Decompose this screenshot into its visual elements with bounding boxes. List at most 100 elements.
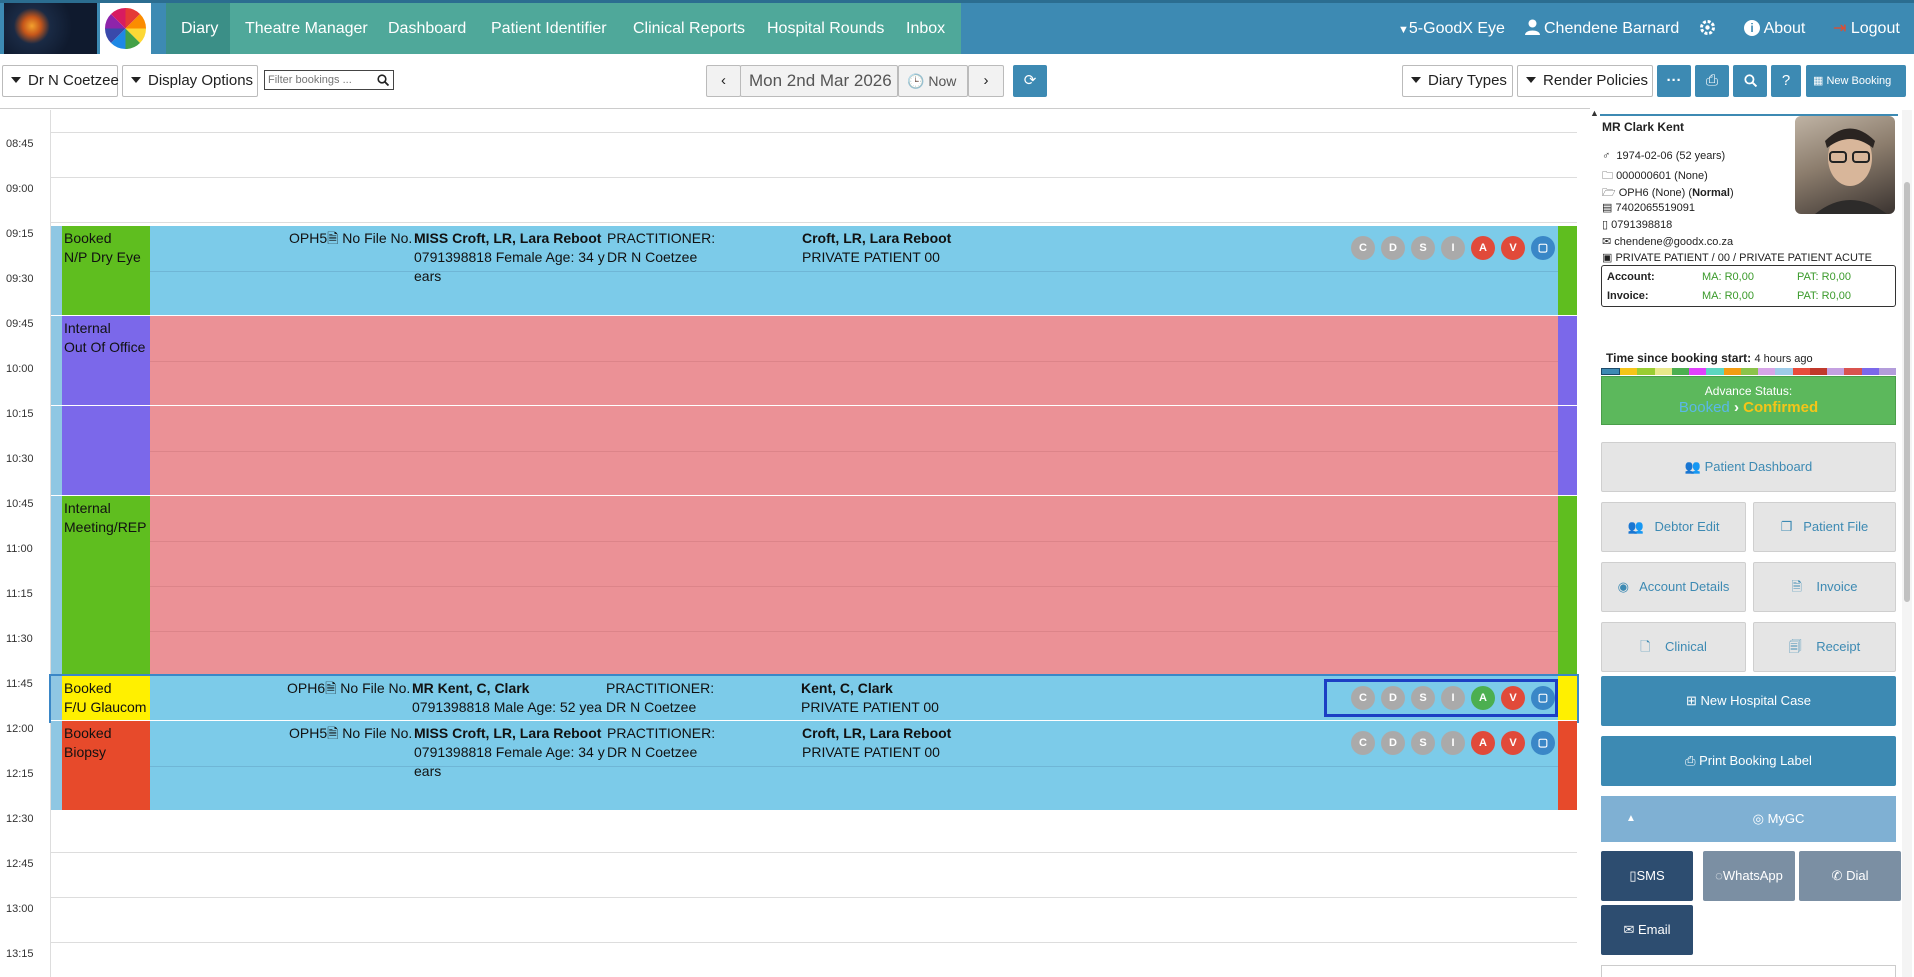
status-v-icon[interactable]: V bbox=[1501, 236, 1525, 260]
status-i-icon[interactable]: I bbox=[1441, 731, 1465, 755]
invoice-ma: MA: R0,00 bbox=[1702, 290, 1754, 302]
nav-inbox[interactable]: Inbox bbox=[891, 3, 961, 54]
print-booking-label-button[interactable]: ⎙ Print Booking Label bbox=[1601, 736, 1896, 786]
appointment-out-of-office-cont[interactable] bbox=[51, 406, 1577, 496]
note-icon[interactable]: ▢ bbox=[1531, 686, 1555, 710]
file-icon: 🗎 bbox=[327, 725, 339, 741]
status-a-icon[interactable]: A bbox=[1471, 731, 1495, 755]
search-button[interactable] bbox=[1733, 65, 1767, 97]
render-policies-button[interactable]: Render Policies bbox=[1517, 65, 1653, 97]
whatsapp-button[interactable]: ◌WhatsApp bbox=[1703, 851, 1795, 901]
next-day-button[interactable]: › bbox=[968, 65, 1004, 97]
nav-diary[interactable]: Diary bbox=[166, 3, 234, 54]
time-label: 10:15 bbox=[6, 408, 34, 420]
search-icon bbox=[1743, 74, 1757, 87]
progress-segment bbox=[1861, 368, 1879, 375]
advance-status-button[interactable]: Advance Status: Booked › Confirmed bbox=[1601, 376, 1896, 425]
search-icon[interactable] bbox=[377, 74, 389, 86]
sms-button[interactable]: ▯SMS bbox=[1601, 851, 1693, 901]
nav-patient-identifier[interactable]: Patient Identifier bbox=[476, 3, 622, 54]
status-s-icon[interactable]: S bbox=[1411, 731, 1435, 755]
patient-dashboard-button[interactable]: 👥 Patient Dashboard bbox=[1601, 442, 1896, 492]
note-icon[interactable]: ▢ bbox=[1531, 731, 1555, 755]
email-button[interactable]: ✉ Email bbox=[1601, 905, 1693, 955]
help-button[interactable]: ? bbox=[1771, 65, 1801, 97]
invoice-button[interactable]: 🗎 Invoice bbox=[1753, 562, 1896, 612]
invoice-pat: PAT: R0,00 bbox=[1797, 290, 1852, 302]
practitioner: PRACTITIONER: DR N Coetzee bbox=[607, 229, 716, 267]
filter-bookings-input[interactable] bbox=[265, 71, 373, 89]
practice-selector[interactable]: ▼5-GoodX Eye bbox=[1398, 3, 1505, 54]
folder-open-icon: 🗁 bbox=[1602, 187, 1616, 199]
progress-segment bbox=[1844, 368, 1862, 375]
time-label: 12:15 bbox=[6, 768, 34, 780]
debtor-edit-button[interactable]: 👥 Debtor Edit bbox=[1601, 502, 1746, 552]
appointment-croft-dry-eye[interactable]: Booked N/P Dry Eye OPH5🗎 No File No. MISS… bbox=[51, 226, 1577, 316]
status-i-icon[interactable]: I bbox=[1441, 686, 1465, 710]
eye-logo[interactable] bbox=[4, 3, 97, 54]
collapse-caret-icon[interactable]: ▲ bbox=[1590, 108, 1599, 118]
nav-hospital-rounds[interactable]: Hospital Rounds bbox=[752, 3, 900, 54]
patient-details: MISS Croft, LR, Lara Reboot 0791398818 Fe… bbox=[414, 230, 605, 284]
appointment-croft-biopsy[interactable]: Booked Biopsy OPH5🗎 No File No. MISS Crof… bbox=[51, 721, 1577, 811]
slot-gridline bbox=[51, 942, 1577, 943]
previous-day-button[interactable]: ‹ bbox=[706, 65, 741, 97]
progress-segment bbox=[1792, 368, 1810, 375]
patient-file-button[interactable]: ❐ Patient File bbox=[1753, 502, 1896, 552]
appointment-out-of-office[interactable]: Internal Out Of Office bbox=[51, 316, 1577, 452]
status-d-icon[interactable]: D bbox=[1381, 731, 1405, 755]
appointment-kent-glaucoma[interactable]: Booked F/U Glaucom OPH6🗎 No File No. MR K… bbox=[49, 674, 1579, 723]
status-v-icon[interactable]: V bbox=[1501, 731, 1525, 755]
status-c-icon[interactable]: C bbox=[1351, 686, 1375, 710]
account-details-button[interactable]: ◉ Account Details bbox=[1601, 562, 1746, 612]
nav-clinical-reports[interactable]: Clinical Reports bbox=[618, 3, 761, 54]
goodx-logo[interactable] bbox=[100, 3, 151, 54]
status-v-icon[interactable]: V bbox=[1501, 686, 1525, 710]
mygc-collapse-button[interactable]: ▲ bbox=[1601, 796, 1661, 842]
clinical-button[interactable]: 🗋 Clinical bbox=[1601, 622, 1746, 672]
refresh-button[interactable]: ⟳ bbox=[1013, 65, 1047, 97]
progress-segment bbox=[1689, 368, 1707, 375]
logout-link[interactable]: ⇥ Logout bbox=[1833, 3, 1900, 54]
status-c-icon[interactable]: C bbox=[1351, 731, 1375, 755]
more-options-button[interactable]: ··· bbox=[1657, 65, 1691, 97]
status-d-icon[interactable]: D bbox=[1381, 686, 1405, 710]
about-link[interactable]: i About bbox=[1744, 3, 1805, 54]
status-d-icon[interactable]: D bbox=[1381, 236, 1405, 260]
slot-gridline bbox=[51, 132, 1577, 133]
note-icon[interactable]: ▢ bbox=[1531, 236, 1555, 260]
slot-divider bbox=[150, 451, 1558, 452]
new-hospital-case-button[interactable]: ⊞ New Hospital Case bbox=[1601, 676, 1896, 726]
status-a-icon[interactable]: A bbox=[1471, 686, 1495, 710]
receipt-icon: 🗐 bbox=[1788, 639, 1802, 654]
mygc-button[interactable]: ◎ MyGC bbox=[1661, 796, 1896, 842]
display-options-button[interactable]: Display Options bbox=[122, 65, 258, 97]
nav-theatre-manager[interactable]: Theatre Manager bbox=[230, 3, 383, 54]
status-a-icon[interactable]: A bbox=[1471, 236, 1495, 260]
scrollbar-thumb[interactable] bbox=[1904, 182, 1910, 602]
receipt-button[interactable]: 🗐 Receipt bbox=[1753, 622, 1896, 672]
now-button[interactable]: 🕒 Now bbox=[898, 65, 968, 97]
settings-button[interactable] bbox=[1699, 3, 1716, 54]
nav-dashboard[interactable]: Dashboard bbox=[373, 3, 482, 54]
dial-button[interactable]: ✆ Dial bbox=[1799, 851, 1901, 901]
user-icon bbox=[1525, 19, 1540, 35]
time-label: 11:00 bbox=[6, 543, 33, 555]
patient-panel: ▲ MR Clark Kent ♂ 1974-02-06 (52 years) … bbox=[1590, 108, 1914, 977]
print-button[interactable]: ⎙ bbox=[1695, 65, 1729, 97]
user-menu[interactable]: Chendene Barnard bbox=[1525, 3, 1679, 54]
diary-types-button[interactable]: Diary Types bbox=[1402, 65, 1513, 97]
account-pat: PAT: R0,00 bbox=[1797, 271, 1852, 283]
appointment-meeting-rep[interactable]: Internal Meeting/REP bbox=[51, 496, 1577, 676]
time-label: 10:30 bbox=[6, 453, 34, 465]
status-c-icon[interactable]: C bbox=[1351, 236, 1375, 260]
doctor-selector[interactable]: Dr N Coetzee bbox=[2, 65, 119, 97]
status-s-icon[interactable]: S bbox=[1411, 236, 1435, 260]
toolbar-divider bbox=[0, 108, 1590, 109]
date-display[interactable]: Mon 2nd Mar 2026 bbox=[740, 65, 898, 97]
status-s-icon[interactable]: S bbox=[1411, 686, 1435, 710]
new-booking-button[interactable]: ▦ New Booking bbox=[1806, 65, 1906, 97]
panel-scrollbar[interactable] bbox=[1902, 110, 1912, 977]
status-i-icon[interactable]: I bbox=[1441, 236, 1465, 260]
progress-segment bbox=[1878, 368, 1896, 375]
